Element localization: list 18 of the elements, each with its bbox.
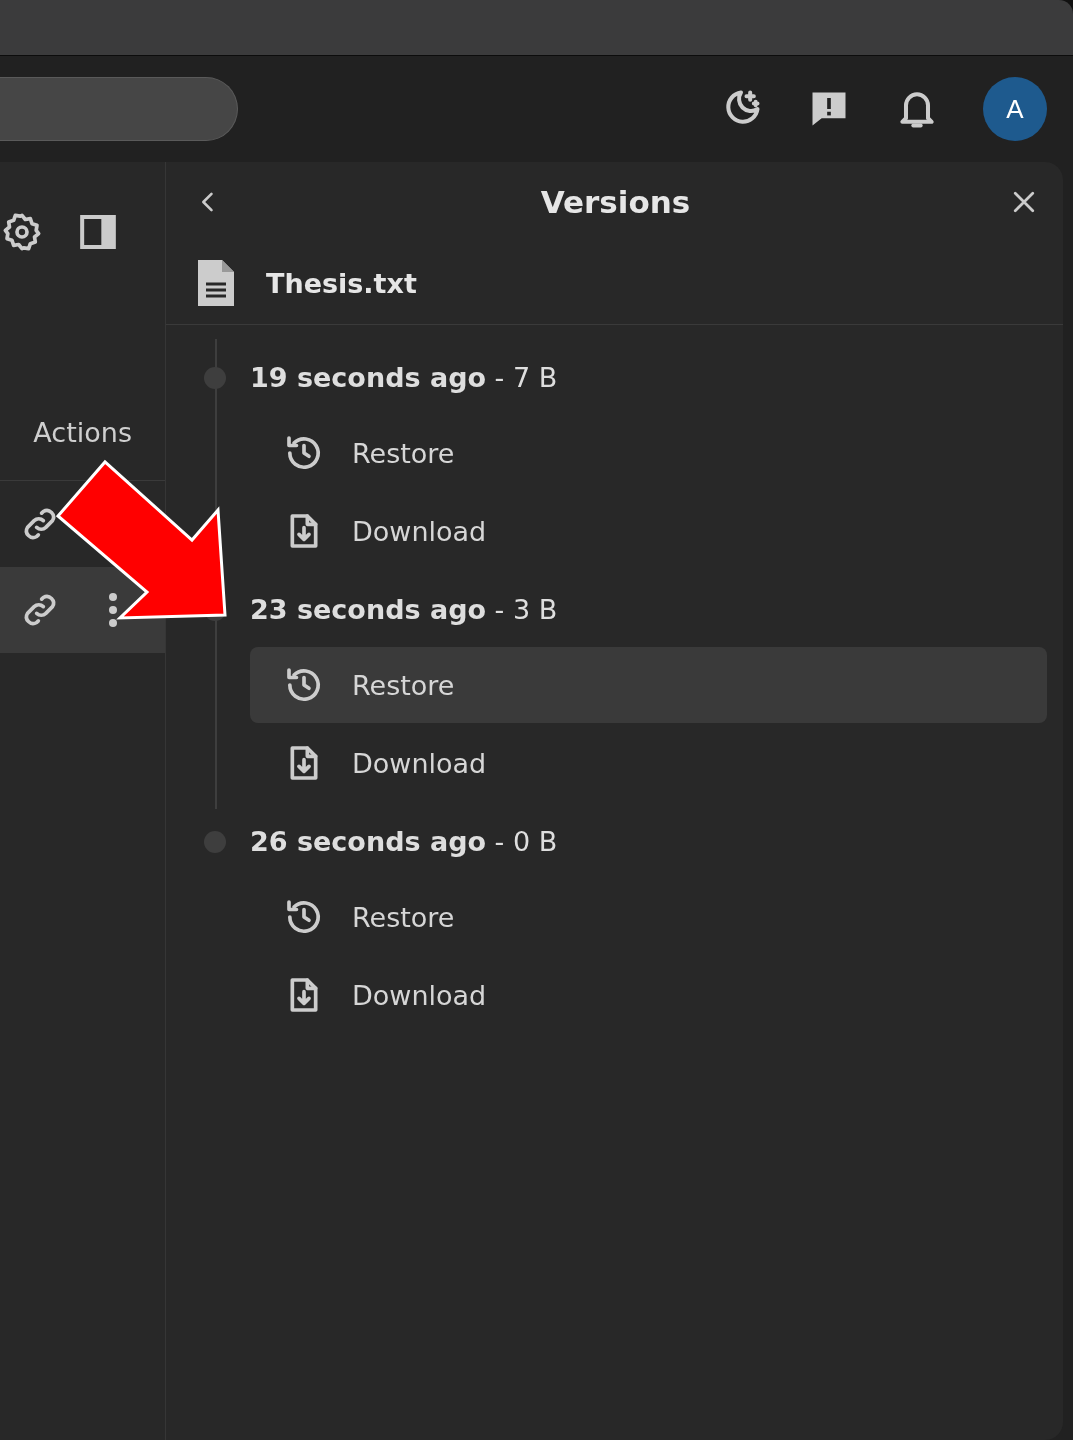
column-header: Actions — [33, 416, 132, 448]
sidebar-toggle-icon[interactable] — [78, 212, 118, 252]
settings-icon[interactable] — [2, 212, 42, 252]
version-label: 23 seconds ago - 3 B — [250, 593, 558, 625]
download-button[interactable]: Download — [250, 725, 1047, 801]
search-field[interactable] — [0, 77, 238, 141]
kebab-menu-icon[interactable] — [108, 592, 118, 628]
restore-button[interactable]: Restore — [250, 647, 1047, 723]
version-label: 26 seconds ago - 0 B — [250, 825, 558, 857]
document-icon — [196, 258, 236, 308]
file-name: Thesis.txt — [266, 267, 417, 299]
restore-button[interactable]: Restore — [250, 415, 1047, 491]
version-label: 19 seconds ago - 7 B — [250, 361, 558, 393]
download-button[interactable]: Download — [250, 957, 1047, 1033]
panel-title: Versions — [539, 184, 692, 220]
avatar[interactable]: A — [983, 77, 1047, 141]
restore-button[interactable]: Restore — [250, 879, 1047, 955]
download-button[interactable]: Download — [250, 493, 1047, 569]
